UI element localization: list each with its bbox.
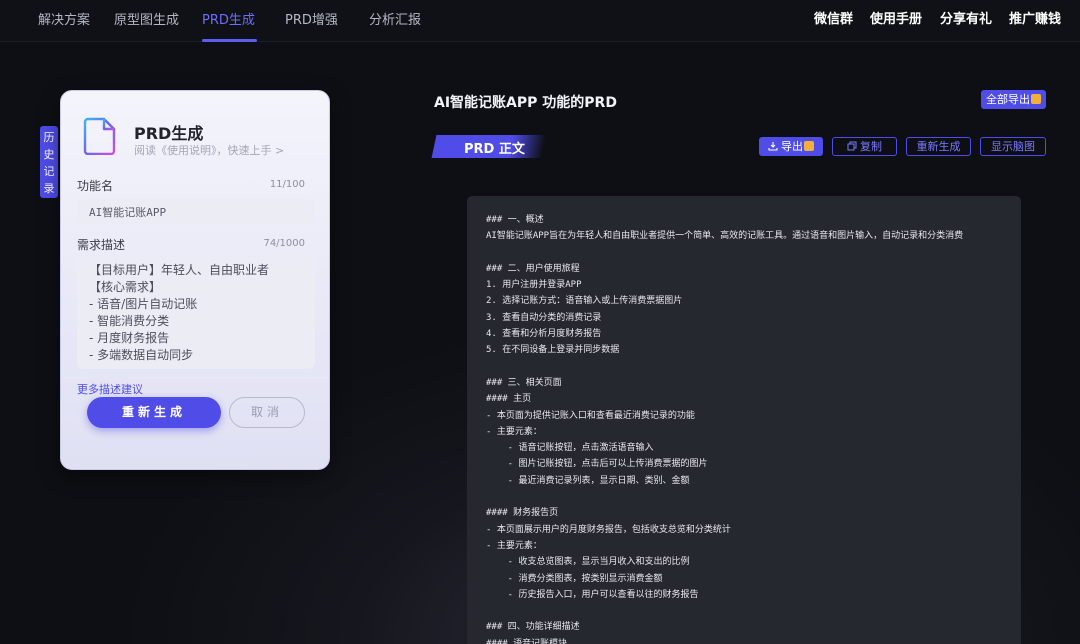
prd-content-line: - 主要元素：: [486, 540, 542, 551]
copy-button[interactable]: 复制: [832, 137, 897, 156]
description-textarea[interactable]: 【目标用户】年轻人、自由职业者 【核心需求】 - 语音/图片自动记账 - 智能消…: [77, 257, 315, 369]
nav-item-solutions[interactable]: 解决方案: [38, 9, 90, 28]
prd-content-line: - 主要元素：: [486, 426, 542, 437]
feature-name-count: 11/100: [269, 179, 305, 190]
cancel-button[interactable]: 取消: [229, 397, 305, 428]
description-line: - 多端数据自动同步: [89, 348, 194, 362]
nav-item-prd-enhance[interactable]: PRD增强: [285, 9, 338, 28]
prd-content-line: - 消费分类图表，按类别显示消费金额: [486, 573, 663, 584]
history-tab-char: 记: [43, 165, 55, 178]
prd-content-line: [486, 245, 1021, 261]
nav-item-prototype[interactable]: 原型图生成: [114, 9, 179, 28]
prd-content-tab-label: PRD 正文: [464, 142, 525, 157]
description-line: 【目标用户】年轻人、自由职业者: [89, 263, 270, 277]
prd-content-line: ### 一、概述: [486, 215, 544, 225]
nav-item-analysis[interactable]: 分析汇报: [369, 9, 421, 28]
prd-content-line: 3. 查看自动分类的消费记录: [486, 312, 602, 323]
card-title: PRD生成: [134, 124, 204, 143]
nav-item-prd-generate[interactable]: PRD生成: [202, 9, 255, 28]
description-line: 【核心需求】: [89, 280, 162, 294]
export-button[interactable]: 导出: [759, 137, 823, 156]
prd-content-line: #### 主页: [486, 394, 532, 405]
prd-content-line: #### 财务报告页: [486, 508, 559, 519]
nav-active-indicator: [202, 39, 257, 42]
description-count: 74/1000: [263, 238, 305, 249]
vip-badge-icon: [1031, 94, 1041, 104]
description-line: - 智能消费分类: [89, 314, 170, 328]
document-title: AI智能记账APP 功能的PRD: [434, 95, 617, 111]
description-label: 需求描述: [77, 238, 126, 252]
description-line: - 语音/图片自动记账: [89, 297, 198, 311]
prd-content-line: - 本页面为提供记账入口和查看最近消费记录的功能: [486, 410, 695, 421]
download-icon: [768, 142, 778, 151]
prd-content-line: [486, 603, 1021, 619]
nav-user-manual[interactable]: 使用手册: [870, 8, 922, 27]
prd-content-line: [486, 489, 1021, 505]
prd-content-line: - 历史报告入口，用户可以查看以往的财务报告: [486, 589, 699, 600]
prd-content-line: 4. 查看和分析月度财务报告: [486, 329, 602, 340]
nav-promote-earn[interactable]: 推广赚钱: [1009, 8, 1061, 27]
export-label: 导出: [781, 140, 803, 153]
prd-content-line: - 最近消费记录列表，显示日期、类别、金额: [486, 475, 690, 486]
prd-content-line: - 本页面展示用户的月度财务报告，包括收支总览和分类统计: [486, 524, 731, 535]
prd-input-card: PRD生成 阅读《使用说明》，快速上手 > 功能名 11/100 需求描述 74…: [60, 90, 330, 470]
prd-content-line: ### 三、相关页面: [486, 377, 562, 388]
top-nav: 解决方案 原型图生成 PRD生成 PRD增强 分析汇报 微信群 使用手册 分享有…: [0, 0, 1080, 42]
prd-content-line: 1. 用户注册并登录APP: [486, 280, 582, 291]
nav-wechat-group[interactable]: 微信群: [814, 8, 853, 27]
feature-name-label: 功能名: [77, 179, 114, 193]
prd-content-line: [486, 359, 1021, 375]
prd-content-line: - 收支总览图表，显示当月收入和支出的比例: [486, 557, 690, 568]
regenerate-doc-button[interactable]: 重新生成: [906, 137, 971, 156]
export-all-button[interactable]: 全部导出: [981, 90, 1046, 109]
copy-label: 复制: [860, 140, 882, 153]
document-icon: [83, 117, 116, 155]
show-mindmap-button[interactable]: 显示脑图: [980, 137, 1046, 156]
usage-guide-link[interactable]: 阅读《使用说明》，快速上手 >: [134, 142, 284, 158]
export-all-label: 全部导出: [986, 93, 1030, 106]
prd-content-line: - 图片记账按钮，点击后可以上传消费票据的图片: [486, 459, 708, 470]
prd-content-line: ### 四、功能详细描述: [486, 622, 580, 633]
prd-content-line: 2. 选择记账方式：语音输入或上传消费票据图片: [486, 296, 683, 307]
copy-icon: [847, 141, 857, 151]
more-suggestions-link[interactable]: 更多描述建议: [77, 381, 143, 397]
vip-badge-icon: [804, 141, 814, 151]
prd-content-line: 5. 在不同设备上登录并同步数据: [486, 345, 620, 356]
prd-content-panel: ### 一、概述 AI智能记账APP旨在为年轻人和自由职业者提供一个简单、高效的记…: [467, 196, 1021, 644]
history-tab-char: 史: [43, 148, 55, 161]
prd-content-line: - 语音记账按钮，点击激活语音输入: [486, 443, 654, 454]
description-line: - 月度财务报告: [89, 331, 170, 345]
regenerate-button[interactable]: 重新生成: [87, 397, 221, 428]
history-tab-label: 历史记录: [40, 129, 58, 197]
history-tab-char: 录: [43, 182, 55, 195]
prd-content-line: AI智能记账APP旨在为年轻人和自由职业者提供一个简单、高效的记账工具。通过语音…: [486, 231, 964, 242]
prd-content-line: #### 语音记账模块: [486, 638, 568, 644]
history-tab[interactable]: 历史记录: [40, 126, 58, 198]
prd-content-line: ### 二、用户使用旅程: [486, 263, 580, 274]
history-tab-char: 历: [43, 131, 55, 144]
feature-name-input[interactable]: [77, 199, 315, 224]
nav-share-reward[interactable]: 分享有礼: [940, 8, 992, 27]
